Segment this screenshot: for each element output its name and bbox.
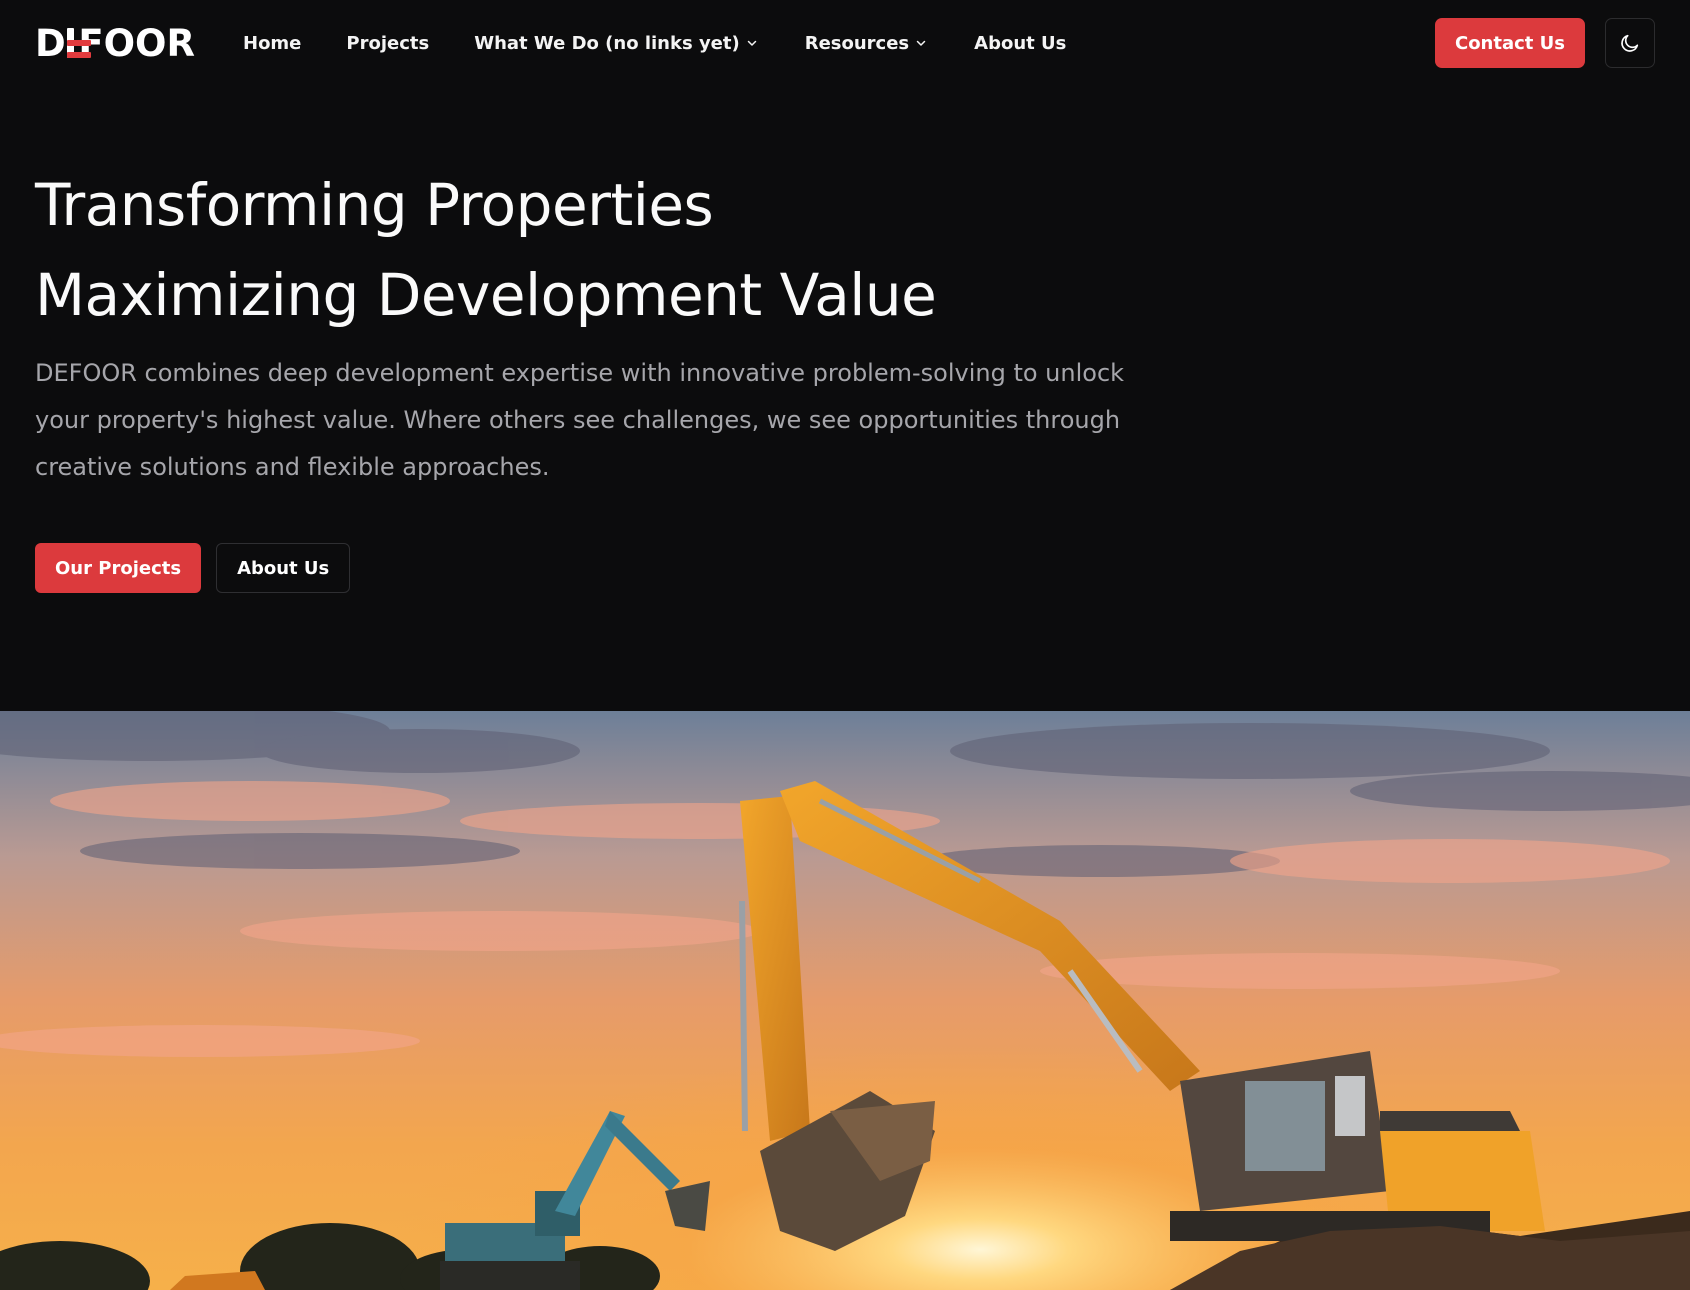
hero-image: [0, 711, 1690, 1290]
logo[interactable]: D FOOR: [35, 0, 195, 86]
chevron-down-icon: [746, 37, 758, 49]
hero-section: Transforming Properties Maximizing Devel…: [35, 160, 1235, 593]
page: D FOOR Home Projects What We Do (no link…: [0, 0, 1690, 1290]
logo-letters-foor: FOOR: [78, 21, 195, 65]
hero-actions: Our Projects About Us: [35, 543, 1235, 593]
our-projects-button[interactable]: Our Projects: [35, 543, 202, 593]
chevron-down-icon: [915, 37, 927, 49]
nav-links: Home Projects What We Do (no links yet) …: [243, 0, 1066, 86]
top-navbar: D FOOR Home Projects What We Do (no link…: [0, 0, 1690, 86]
contact-us-button[interactable]: Contact Us: [1434, 18, 1585, 68]
hero-title: Transforming Properties Maximizing Devel…: [35, 160, 1235, 340]
nav-link-home[interactable]: Home: [243, 23, 301, 63]
logo-e-mark-icon: [66, 28, 91, 58]
nav-link-about-us[interactable]: About Us: [974, 23, 1066, 63]
nav-actions: Contact Us: [1434, 18, 1655, 68]
nav-link-label: Resources: [804, 32, 910, 54]
hero-description: DEFOOR combines deep development experti…: [35, 359, 1125, 481]
nav-link-resources[interactable]: Resources: [805, 23, 927, 63]
about-us-button[interactable]: About Us: [216, 543, 351, 593]
nav-link-label: About Us: [974, 32, 1067, 54]
nav-link-what-we-do[interactable]: What We Do (no links yet): [474, 23, 758, 63]
nav-link-projects[interactable]: Projects: [346, 23, 429, 63]
nav-link-label: What We Do (no links yet): [474, 32, 740, 54]
hero-title-line-2: Maximizing Development Value: [35, 261, 937, 329]
theme-toggle-button[interactable]: [1605, 18, 1655, 68]
nav-link-label: Projects: [346, 32, 430, 54]
nav-link-label: Home: [243, 32, 302, 54]
excavator-sunset-illustration: [0, 711, 1690, 1290]
hero-title-line-1: Transforming Properties: [35, 171, 714, 239]
moon-icon: [1621, 34, 1639, 52]
logo-letter-d: D: [35, 21, 66, 65]
